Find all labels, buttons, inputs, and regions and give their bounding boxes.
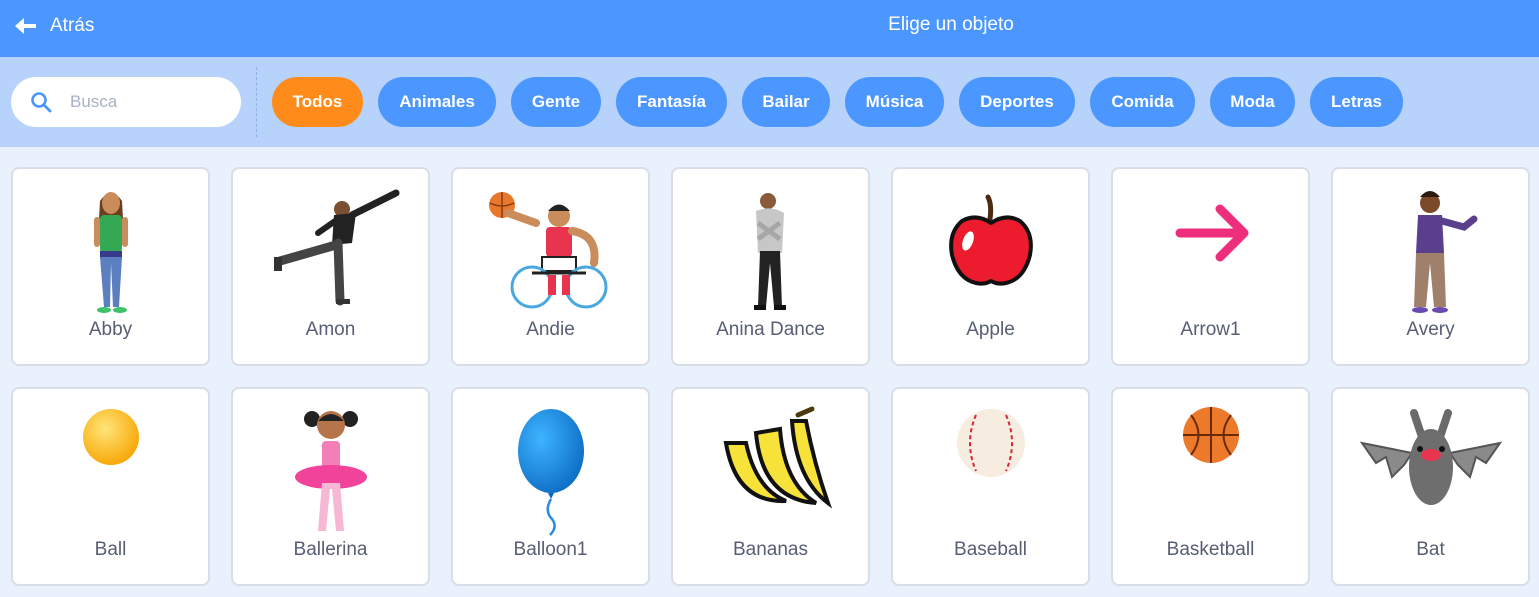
sprite-name: Abby — [88, 319, 133, 340]
sprite-name: Basketball — [1166, 539, 1255, 560]
arrow1-icon — [1113, 183, 1308, 319]
sprite-card-baseball[interactable]: Baseball — [891, 387, 1090, 586]
search-icon — [31, 92, 52, 113]
apple-icon — [893, 183, 1088, 319]
sprite-name: Andie — [526, 319, 575, 340]
tag-moda[interactable]: Moda — [1210, 77, 1295, 127]
andie-icon — [453, 183, 648, 319]
ballerina-icon — [233, 403, 428, 539]
sprite-card-anina-dance[interactable]: Anina Dance — [671, 167, 870, 366]
filter-divider — [256, 67, 257, 137]
sprite-name: Avery — [1406, 319, 1455, 340]
bat-icon — [1333, 403, 1528, 539]
sprite-card-amon[interactable]: Amon — [231, 167, 430, 366]
baseball-icon — [893, 403, 1088, 539]
sprite-name: Ball — [94, 539, 127, 560]
bananas-icon — [673, 403, 868, 539]
anina-dance-icon — [673, 183, 868, 319]
sprite-name: Baseball — [954, 539, 1027, 560]
sprite-card-apple[interactable]: Apple — [891, 167, 1090, 366]
sprite-name: Bat — [1416, 539, 1445, 560]
tag-animales[interactable]: Animales — [378, 77, 496, 127]
sprite-card-basketball[interactable]: Basketball — [1111, 387, 1310, 586]
sprite-card-ball[interactable]: Ball — [11, 387, 210, 586]
sprite-name: Balloon1 — [513, 539, 588, 560]
search-input[interactable] — [70, 92, 220, 112]
sprite-card-balloon1[interactable]: Balloon1 — [451, 387, 650, 586]
sprite-card-ballerina[interactable]: Ballerina — [231, 387, 430, 586]
sprite-card-abby[interactable]: Abby — [11, 167, 210, 366]
search-box[interactable] — [11, 77, 241, 127]
tag-bailar[interactable]: Bailar — [742, 77, 830, 127]
tag-deportes[interactable]: Deportes — [959, 77, 1075, 127]
ball-icon — [13, 403, 208, 539]
tag-gente[interactable]: Gente — [511, 77, 601, 127]
sprite-card-bananas[interactable]: Bananas — [671, 387, 870, 586]
sprite-card-arrow1[interactable]: Arrow1 — [1111, 167, 1310, 366]
header: Atrás Elige un objeto — [0, 0, 1539, 57]
tag-todos[interactable]: Todos — [272, 77, 363, 127]
sprite-name: Ballerina — [293, 539, 368, 560]
balloon1-icon — [453, 403, 648, 539]
tag-musica[interactable]: Música — [845, 77, 944, 127]
page-title: Elige un objeto — [888, 14, 1014, 35]
sprite-card-bat[interactable]: Bat — [1331, 387, 1530, 586]
sprite-name: Apple — [966, 319, 1015, 340]
sprite-card-avery[interactable]: Avery — [1331, 167, 1530, 366]
sprite-name: Arrow1 — [1180, 319, 1241, 340]
tag-fantasia[interactable]: Fantasía — [616, 77, 727, 127]
abby-icon — [13, 183, 208, 319]
sprite-name: Bananas — [732, 539, 808, 560]
sprite-name: Amon — [305, 319, 356, 340]
amon-icon — [233, 183, 428, 319]
basketball-icon — [1113, 403, 1308, 539]
filter-bar: Todos Animales Gente Fantasía Bailar Mús… — [0, 57, 1539, 147]
tag-letras[interactable]: Letras — [1310, 77, 1403, 127]
sprite-card-andie[interactable]: Andie — [451, 167, 650, 366]
sprite-name: Anina Dance — [716, 319, 825, 340]
tag-comida[interactable]: Comida — [1090, 77, 1195, 127]
avery-icon — [1333, 183, 1528, 319]
